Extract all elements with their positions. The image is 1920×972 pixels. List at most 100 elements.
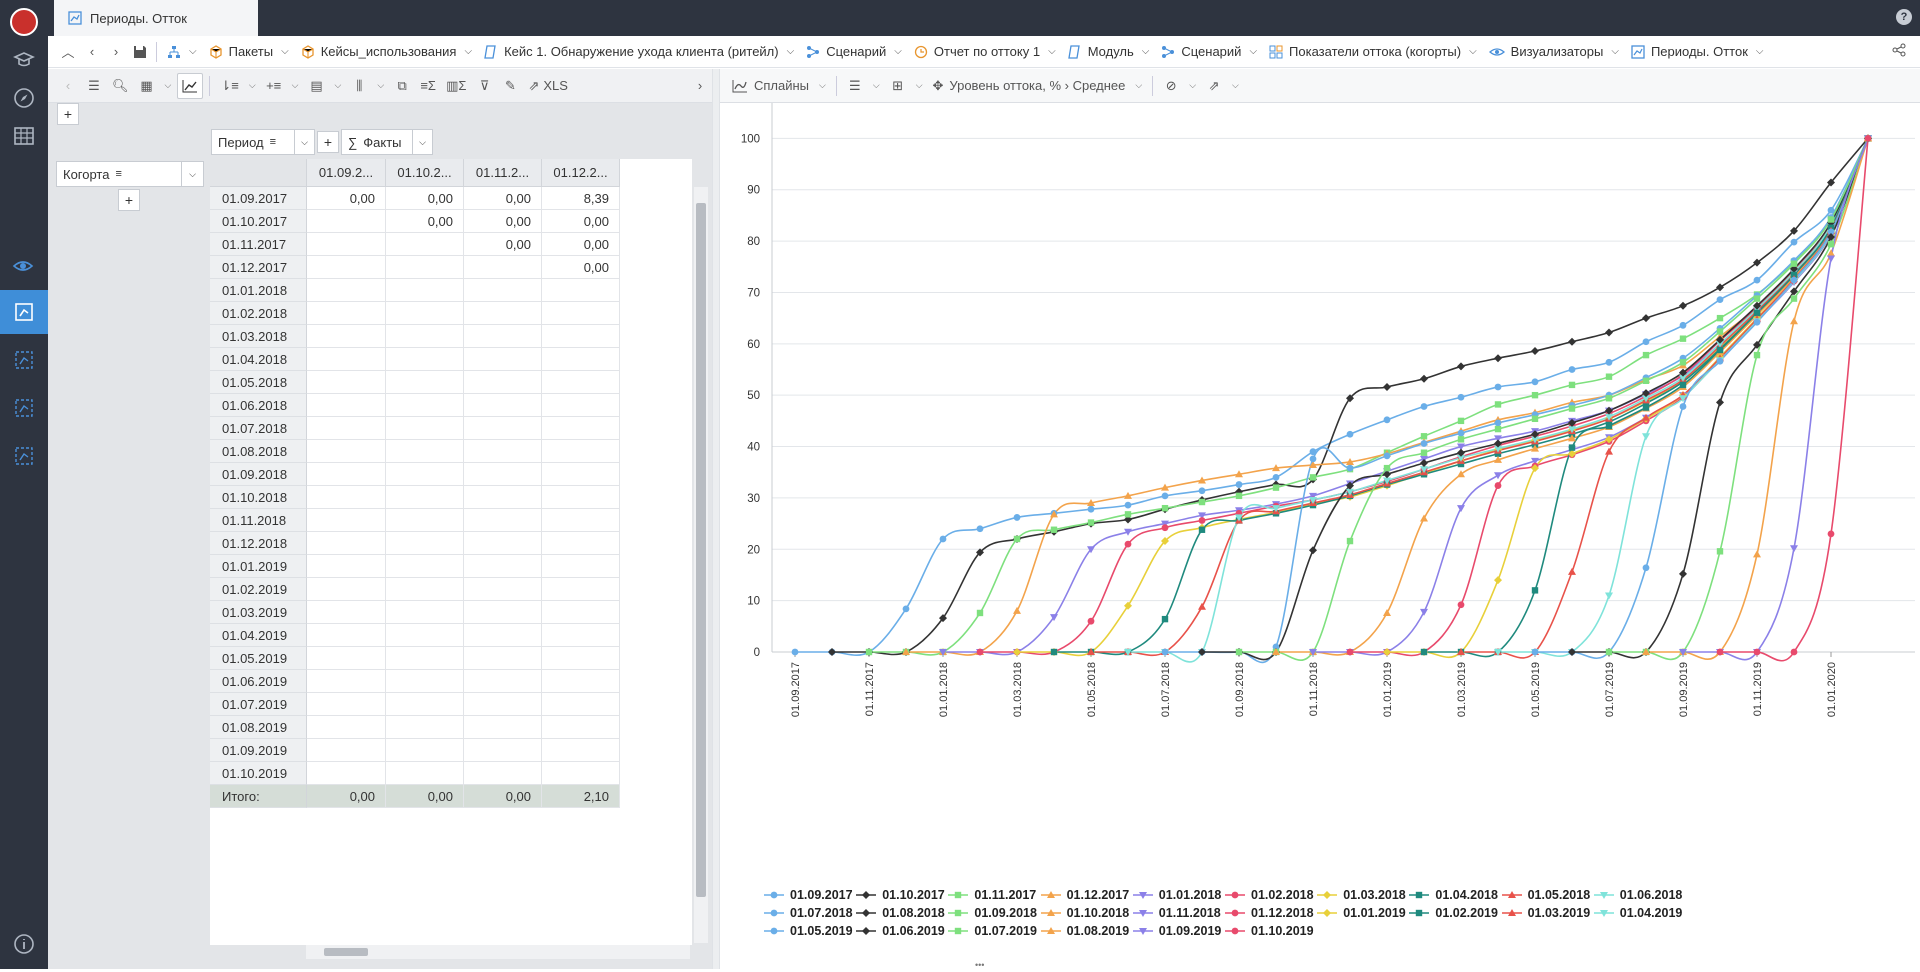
data-point-5-11[interactable] (1198, 517, 1206, 524)
row-header[interactable]: 01.09.2019 (210, 739, 307, 762)
frame-icon[interactable]: ⧉ (390, 73, 414, 99)
row-header[interactable]: 01.05.2018 (210, 371, 307, 394)
chevron-up-icon[interactable]: ︿ (56, 40, 80, 64)
chevron-down-icon[interactable]: ⌵ (1228, 80, 1243, 91)
data-point-2-12[interactable] (1235, 492, 1243, 500)
data-point-11-14[interactable] (1309, 546, 1317, 555)
data-point-2-10[interactable] (1161, 504, 1169, 512)
data-point-2-11[interactable] (1198, 498, 1206, 506)
data-point-12-21[interactable] (1568, 405, 1576, 412)
data-point-1-22[interactable] (1605, 328, 1613, 337)
data-point-1-19[interactable] (1494, 354, 1502, 363)
row-header[interactable]: 01.04.2019 (210, 624, 307, 647)
table-cell[interactable]: 0,00 (307, 187, 386, 210)
data-point-1-24[interactable] (1679, 301, 1687, 310)
data-point-25-29[interactable] (1864, 134, 1872, 142)
chevron-down-icon[interactable]: ⌵ (281, 46, 289, 57)
legend-item[interactable]: 01.03.2019 (1501, 906, 1590, 920)
table-cell[interactable]: 0,00 (386, 210, 464, 233)
row-header[interactable]: 01.03.2019 (210, 601, 307, 624)
table-cell[interactable] (386, 348, 464, 371)
data-point-2-2[interactable] (865, 648, 873, 656)
breadcrumb-item[interactable]: Визуализаторы ⌵ (1483, 44, 1625, 59)
data-point-0-16[interactable] (1383, 416, 1391, 424)
data-point-17-25[interactable] (1716, 346, 1724, 354)
data-point-0-4[interactable] (939, 535, 947, 543)
table-cell[interactable] (542, 578, 620, 601)
row-header[interactable]: 01.06.2019 (210, 670, 307, 693)
table-cell[interactable] (464, 463, 542, 486)
data-point-12-12[interactable] (1235, 648, 1243, 656)
info-icon[interactable] (0, 922, 48, 966)
data-point-13-16[interactable] (1383, 608, 1391, 616)
data-point-10-15[interactable] (1346, 464, 1354, 472)
table-cell[interactable] (542, 693, 620, 716)
table-cell[interactable] (307, 624, 386, 647)
table-cell[interactable] (307, 670, 386, 693)
data-point-18-21[interactable] (1568, 567, 1576, 575)
table-cell[interactable] (307, 601, 386, 624)
data-point-1-18[interactable] (1457, 362, 1465, 371)
table-cell[interactable] (542, 486, 620, 509)
table-cell[interactable] (464, 256, 542, 279)
table-cell[interactable]: 8,39 (542, 187, 620, 210)
data-point-12-17[interactable] (1420, 449, 1428, 456)
data-point-20-27[interactable] (1790, 276, 1798, 284)
table-cell[interactable] (542, 325, 620, 348)
chevron-down-icon[interactable]: ⌵ (912, 80, 927, 91)
column-header[interactable]: 01.11.2... (464, 159, 542, 187)
list-icon[interactable]: ☰ (82, 73, 106, 99)
legend-item[interactable]: 01.04.2018 (1409, 888, 1498, 902)
legend-item[interactable]: 01.10.2017 (856, 888, 945, 902)
data-point-12-18[interactable] (1457, 436, 1465, 443)
add-row-dimension-button[interactable]: + (118, 189, 140, 211)
table-cell[interactable] (386, 371, 464, 394)
table-cell[interactable] (542, 647, 620, 670)
data-point-12-28[interactable] (1827, 216, 1835, 223)
table-cell[interactable] (386, 532, 464, 555)
data-point-0-23[interactable] (1642, 338, 1650, 346)
table-cell[interactable] (386, 256, 464, 279)
chevron-down-icon[interactable]: ⌵ (330, 80, 345, 91)
table-cell[interactable] (307, 256, 386, 279)
legend-item[interactable]: 01.10.2018 (1040, 906, 1129, 920)
data-point-2-6[interactable] (1013, 535, 1021, 543)
data-point-17-17[interactable] (1420, 648, 1428, 656)
breadcrumb-item[interactable]: Модуль ⌵ (1062, 44, 1156, 59)
table-cell[interactable]: 0,00 (542, 233, 620, 256)
chevron-down-icon[interactable]: ⌵ (787, 46, 795, 57)
data-point-22-26[interactable] (1753, 351, 1761, 359)
column-header[interactable]: 01.09.2... (307, 159, 386, 187)
table-cell[interactable] (307, 417, 386, 440)
chevron-right-icon[interactable]: › (688, 73, 712, 99)
table-cell[interactable]: 0,00 (386, 187, 464, 210)
data-point-1-21[interactable] (1568, 337, 1576, 346)
measure-select[interactable]: ✥ Уровень оттока, % › Среднее (929, 73, 1130, 99)
table-cell[interactable] (464, 279, 542, 302)
table-cell[interactable] (386, 233, 464, 256)
table-cell[interactable] (386, 279, 464, 302)
row-header[interactable]: 01.04.2018 (210, 348, 307, 371)
legend-item[interactable]: 01.05.2019 (764, 924, 853, 938)
data-point-0-11[interactable] (1198, 487, 1206, 495)
data-point-5-8[interactable] (1087, 617, 1095, 625)
table-cell[interactable] (307, 325, 386, 348)
chevron-down-icon[interactable]: ⌵ (1185, 80, 1200, 91)
filter-icon[interactable]: ⊽ (472, 73, 496, 99)
chevron-down-icon[interactable]: ⌵ (288, 80, 303, 91)
data-point-17-23[interactable] (1642, 404, 1650, 411)
pivot-view-icon-2[interactable] (0, 338, 48, 382)
data-point-12-24[interactable] (1679, 359, 1687, 366)
table-cell[interactable] (542, 762, 620, 785)
data-point-0-5[interactable] (976, 525, 984, 533)
data-point-0-17[interactable] (1420, 403, 1428, 410)
data-point-2-5[interactable] (976, 609, 984, 617)
table-cell[interactable] (464, 509, 542, 532)
data-point-14-19[interactable] (1494, 472, 1502, 480)
row-header[interactable]: 01.06.2018 (210, 394, 307, 417)
resize-handle[interactable]: ••• (975, 961, 991, 970)
table-cell[interactable] (542, 555, 620, 578)
legend-item[interactable]: 01.12.2017 (1040, 888, 1129, 902)
save-icon[interactable] (128, 40, 152, 64)
data-point-0-15[interactable] (1346, 430, 1354, 438)
